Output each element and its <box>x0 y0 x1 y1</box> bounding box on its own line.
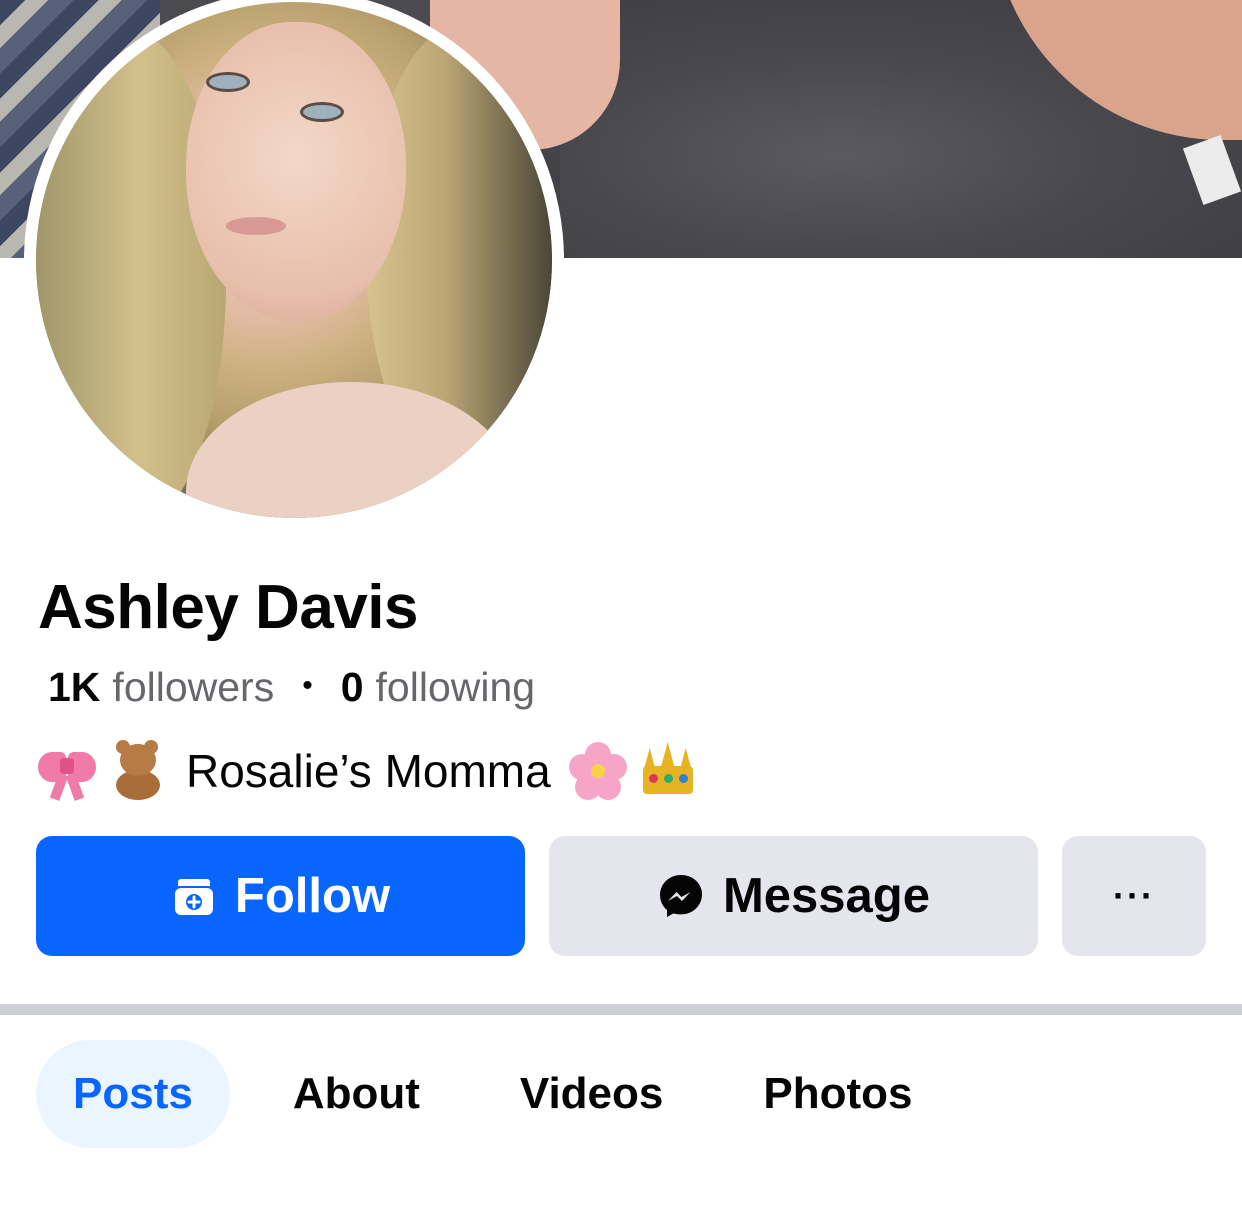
stats-separator: • <box>302 669 313 702</box>
teddy-bear-emoji <box>106 740 168 802</box>
crown-emoji <box>637 740 699 802</box>
follow-icon <box>171 873 217 919</box>
profile-picture-lips <box>226 217 286 235</box>
followers-label: followers <box>112 664 275 710</box>
profile-picture[interactable] <box>36 2 552 518</box>
profile-picture-eye-left <box>206 72 250 92</box>
more-options-button[interactable]: ··· <box>1062 836 1206 956</box>
followers-link[interactable]: 1K followers <box>48 664 274 711</box>
following-count: 0 <box>340 664 364 710</box>
followers-count: 1K <box>48 664 101 710</box>
message-label: Message <box>722 869 930 923</box>
more-icon: ··· <box>1113 875 1155 916</box>
profile-picture-eye-right <box>300 102 344 122</box>
follow-stats: 1K followers • 0 following <box>48 664 535 711</box>
profile-picture-face <box>186 22 406 322</box>
profile-bio: Rosalie’s Momma <box>36 740 707 802</box>
profile-tabs: Posts About Videos Photos <box>36 1040 949 1148</box>
following-label: following <box>375 664 536 710</box>
tab-about[interactable]: About <box>256 1040 457 1148</box>
bio-text: Rosalie’s Momma <box>186 745 551 797</box>
message-button[interactable]: Message <box>549 836 1038 956</box>
section-divider <box>0 1004 1242 1015</box>
follow-button[interactable]: Follow <box>36 836 525 956</box>
tab-videos[interactable]: Videos <box>483 1040 700 1148</box>
follow-label: Follow <box>234 869 391 923</box>
tab-photos[interactable]: Photos <box>726 1040 949 1148</box>
ribbon-emoji <box>36 740 98 802</box>
profile-picture-hair-left <box>36 22 226 518</box>
profile-name: Ashley Davis <box>38 573 419 642</box>
cherry-blossom-emoji <box>567 740 629 802</box>
following-link[interactable]: 0 following <box>341 664 535 711</box>
tab-posts[interactable]: Posts <box>36 1040 230 1148</box>
messenger-icon <box>657 872 705 920</box>
